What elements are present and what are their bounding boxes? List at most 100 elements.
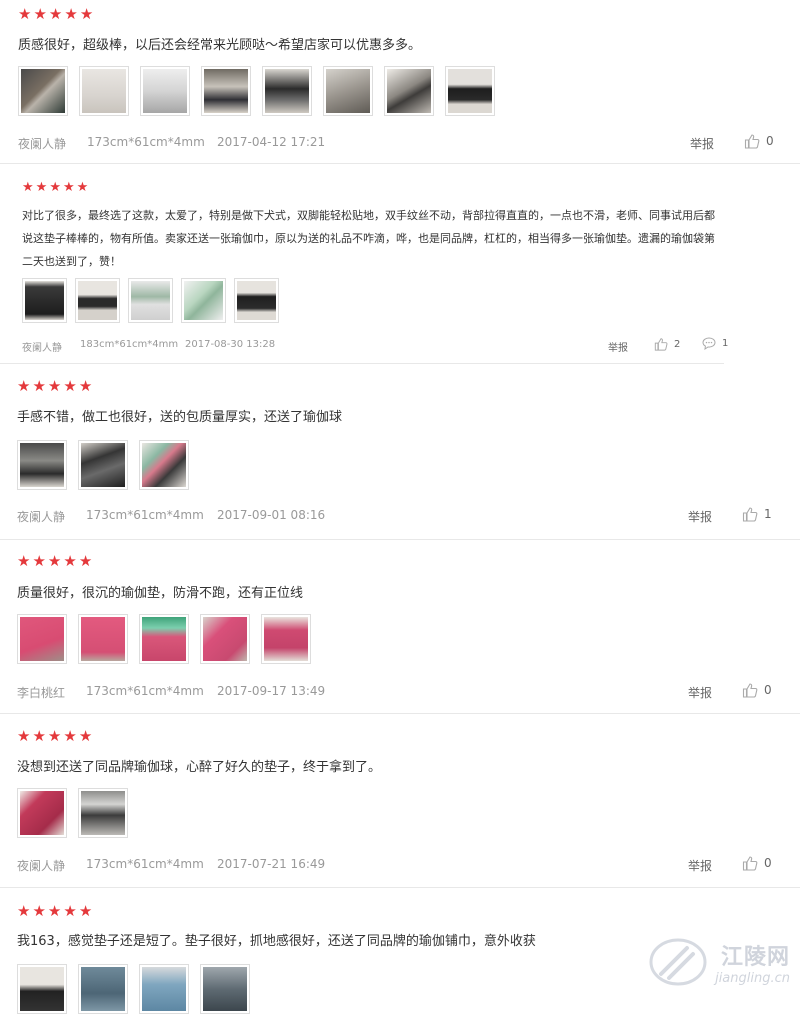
like-count: 2 — [674, 338, 681, 350]
review-image-thumb[interactable] — [139, 964, 189, 1014]
review-images — [17, 440, 189, 490]
like-button[interactable]: 0 — [742, 855, 772, 871]
review-image-thumb[interactable] — [22, 278, 67, 323]
review-text: 我163，感觉垫子还是短了。垫子很好，抓地感很好，还送了同品牌的瑜伽铺巾，意外收… — [17, 934, 536, 949]
review-image-thumb[interactable] — [200, 964, 250, 1014]
review-image-thumb[interactable] — [78, 614, 128, 664]
thumbs-up-icon — [742, 856, 758, 871]
review-meta: 夜阑人静 173cm*61cm*4mm 2017-09-01 08:16 — [17, 508, 325, 525]
review-image-thumb[interactable] — [17, 964, 67, 1014]
review-image-thumb[interactable] — [261, 614, 311, 664]
review-image-thumb[interactable] — [17, 788, 67, 838]
watermark-title: 江陵网 — [720, 944, 790, 970]
review-images — [17, 614, 311, 664]
review-image-thumb[interactable] — [262, 66, 312, 116]
report-link[interactable]: 举报 — [688, 684, 712, 701]
review-item: ★ ★ ★ ★ ★ 对比了很多，最终选了这款，太爱了，特别是做下犬式，双脚能轻松贴地，双… — [0, 164, 728, 364]
review-image-thumb[interactable] — [78, 440, 128, 490]
reviewer-name[interactable]: 夜阑人静 — [17, 857, 86, 874]
review-image-thumb[interactable] — [445, 66, 495, 116]
star-icon: ★ — [17, 902, 31, 920]
star-icon: ★ — [17, 377, 31, 395]
report-link[interactable]: 举报 — [608, 339, 628, 354]
review-image-thumb[interactable] — [75, 278, 120, 323]
review-images — [18, 66, 495, 116]
star-icon: ★ — [63, 552, 77, 570]
star-icon: ★ — [35, 180, 48, 195]
review-image-thumb[interactable] — [17, 440, 67, 490]
review-image-thumb[interactable] — [18, 66, 68, 116]
rating-stars: ★ ★ ★ ★ ★ — [18, 6, 93, 22]
review-item: ★ ★ ★ ★ ★ 质感很好，超级棒，以后还会经常来光顾哒～希望店家可以优惠多多。 夜阑… — [0, 0, 800, 164]
review-image-thumb[interactable] — [79, 66, 129, 116]
star-icon: ★ — [17, 727, 31, 745]
reviewer-name[interactable]: 李白桃红 — [17, 684, 86, 701]
review-image-thumb[interactable] — [181, 278, 226, 323]
thumbs-up-icon — [742, 507, 758, 522]
rating-stars: ★ ★ ★ ★ ★ — [17, 378, 92, 394]
star-icon: ★ — [78, 902, 93, 920]
review-image-thumb[interactable] — [200, 614, 250, 664]
review-image-thumb[interactable] — [128, 278, 173, 323]
review-image-thumb[interactable] — [140, 66, 190, 116]
review-date: 2017-09-17 13:49 — [217, 684, 326, 698]
like-count: 0 — [766, 134, 774, 148]
rating-stars: ★ ★ ★ ★ ★ — [17, 903, 92, 919]
review-meta: 夜阑人静 173cm*61cm*4mm 2017-07-21 16:49 — [17, 857, 325, 874]
like-button[interactable]: 2 — [654, 337, 680, 351]
review-images — [17, 788, 128, 838]
star-icon: ★ — [48, 5, 63, 23]
star-icon: ★ — [49, 180, 61, 195]
star-icon: ★ — [76, 180, 89, 195]
product-size: 173cm*61cm*4mm — [86, 857, 204, 871]
star-icon: ★ — [78, 727, 93, 745]
star-icon: ★ — [64, 5, 78, 23]
reviewer-name[interactable]: 夜阑人静 — [17, 508, 86, 525]
review-image-thumb[interactable] — [139, 440, 189, 490]
comment-count: 1 — [722, 338, 729, 349]
review-meta: 夜阑人静 173cm*61cm*4mm 2017-04-12 17:21 — [18, 135, 325, 152]
star-icon: ★ — [47, 902, 62, 920]
like-button[interactable]: 0 — [744, 133, 774, 149]
star-icon: ★ — [47, 727, 62, 745]
report-link[interactable]: 举报 — [688, 508, 712, 525]
star-icon: ★ — [22, 180, 34, 195]
review-image-thumb[interactable] — [234, 278, 279, 323]
review-image-thumb[interactable] — [384, 66, 434, 116]
star-icon: ★ — [33, 5, 47, 23]
star-icon: ★ — [32, 552, 46, 570]
rating-stars: ★ ★ ★ ★ ★ — [17, 728, 92, 744]
review-date: 2017-09-01 08:16 — [217, 508, 326, 522]
review-image-thumb[interactable] — [201, 66, 251, 116]
review-image-thumb[interactable] — [17, 614, 67, 664]
star-icon: ★ — [62, 180, 75, 195]
review-text: 手感不错，做工也很好，送的包质量厚实，还送了瑜伽球 — [17, 410, 343, 425]
star-icon: ★ — [63, 727, 77, 745]
like-button[interactable]: 0 — [742, 682, 772, 698]
like-button[interactable]: 1 — [742, 506, 772, 522]
like-count: 0 — [764, 683, 772, 697]
star-icon: ★ — [18, 5, 32, 23]
review-images — [17, 964, 250, 1014]
product-size: 183cm*61cm*4mm — [80, 339, 179, 350]
reviewer-name[interactable]: 夜阑人静 — [18, 135, 87, 152]
review-meta: 李白桃红 173cm*61cm*4mm 2017-09-17 13:49 — [17, 684, 325, 701]
report-link[interactable]: 举报 — [690, 135, 714, 152]
product-size: 173cm*61cm*4mm — [86, 684, 204, 698]
comment-button[interactable]: 1 — [702, 337, 728, 350]
review-text: 质量很好，很沉的瑜伽垫，防滑不跑，还有正位线 — [17, 586, 304, 601]
thumbs-up-icon — [654, 338, 668, 351]
review-images — [22, 278, 279, 323]
report-link[interactable]: 举报 — [688, 857, 712, 874]
star-icon: ★ — [63, 377, 77, 395]
review-item: ★ ★ ★ ★ ★ 手感不错，做工也很好，送的包质量厚实，还送了瑜伽球 夜阑人静 173… — [0, 364, 800, 540]
review-image-thumb[interactable] — [78, 964, 128, 1014]
reviewer-name[interactable]: 夜阑人静 — [22, 339, 80, 354]
product-size: 173cm*61cm*4mm — [86, 508, 204, 522]
review-image-thumb[interactable] — [323, 66, 373, 116]
review-image-thumb[interactable] — [78, 788, 128, 838]
star-icon: ★ — [47, 552, 62, 570]
review-text: 对比了很多，最终选了这款，太爱了，特别是做下犬式，双脚能轻松贴地，双手纹丝不动，… — [22, 209, 715, 268]
review-image-thumb[interactable] — [139, 614, 189, 664]
star-icon: ★ — [17, 552, 31, 570]
